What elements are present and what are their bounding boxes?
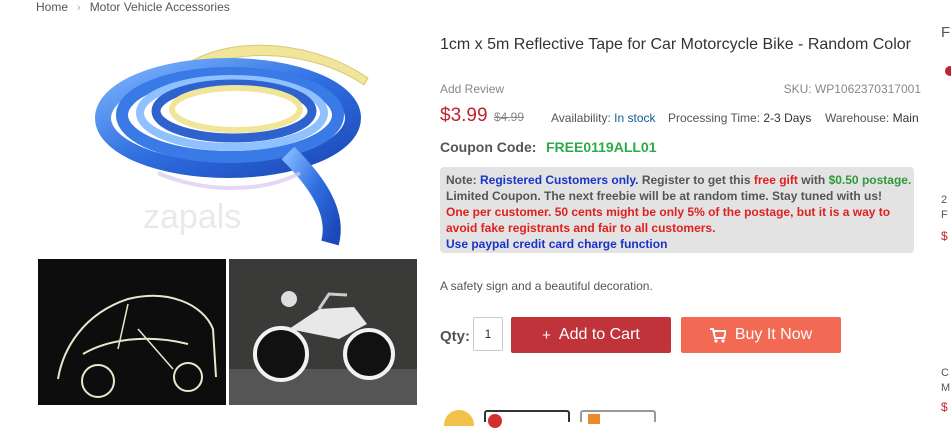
watermark-text: zapals bbox=[143, 198, 241, 236]
coupon-label: Coupon Code: bbox=[440, 139, 537, 155]
warehouse-value: Main bbox=[892, 111, 919, 125]
breadcrumb-home-link[interactable]: Home bbox=[36, 0, 68, 14]
quantity-input[interactable]: 1 bbox=[473, 317, 503, 351]
trust-badge-secure bbox=[484, 410, 570, 428]
coupon-note-box: Note: Registered Customers only. Registe… bbox=[440, 167, 914, 253]
sidebar-status-dot-icon bbox=[945, 66, 951, 76]
breadcrumb-separator: › bbox=[77, 2, 81, 14]
buy-it-now-button[interactable]: Buy It Now bbox=[681, 317, 841, 353]
processing-time-label: Processing Time: bbox=[668, 111, 761, 125]
product-sku: SKU: WP1062370317001 bbox=[783, 82, 921, 96]
add-to-cart-button[interactable]: + Add to Cart bbox=[511, 317, 671, 353]
note-free-gift: free gift bbox=[753, 173, 798, 187]
processing-time-value: 2-3 Days bbox=[763, 111, 812, 125]
note-red-line-2: avoid fake registrants and fair to all c… bbox=[446, 221, 716, 235]
product-price: $3.99 bbox=[440, 105, 488, 126]
note-prefix: Note: bbox=[446, 173, 477, 187]
secure-badge-icon bbox=[488, 414, 502, 428]
breadcrumb-category-link[interactable]: Motor Vehicle Accessories bbox=[90, 0, 230, 14]
sidebar-partial-price-2: $ bbox=[941, 400, 948, 414]
warehouse-info: Warehouse: Main bbox=[825, 111, 919, 125]
product-old-price: $4.99 bbox=[494, 110, 525, 124]
plus-icon: + bbox=[542, 326, 551, 344]
sidebar-partial-text-2: F bbox=[941, 209, 948, 221]
note-red-line-1: One per customer. 50 cents might be only… bbox=[446, 205, 891, 219]
product-main-image[interactable]: zapals bbox=[38, 23, 418, 256]
sidebar-partial-text-4: M bbox=[941, 382, 951, 394]
product-title: 1cm x 5m Reflective Tape for Car Motorcy… bbox=[440, 36, 911, 53]
buy-it-now-label: Buy It Now bbox=[734, 326, 813, 343]
sidebar-partial-title: F bbox=[941, 24, 951, 41]
shopping-cart-icon bbox=[709, 327, 726, 343]
warehouse-label: Warehouse: bbox=[825, 111, 890, 125]
note-register-text: Register to get this bbox=[641, 173, 751, 187]
note-with-text: with bbox=[801, 173, 826, 187]
add-to-cart-label: Add to Cart bbox=[558, 326, 640, 343]
note-limited: Limited Coupon. The next freebie will be… bbox=[446, 189, 883, 203]
trust-badge-payment bbox=[580, 410, 656, 424]
sidebar-partial-text-3: C bbox=[941, 367, 949, 379]
note-registered: Registered Customers only. bbox=[480, 173, 639, 187]
availability-label: Availability: bbox=[551, 111, 611, 125]
trust-badge-gold bbox=[444, 410, 474, 426]
coupon-code: FREE0119ALL01 bbox=[546, 139, 657, 155]
availability-info: Availability: In stock bbox=[551, 111, 656, 125]
availability-value: In stock bbox=[614, 111, 656, 125]
product-short-description: A safety sign and a beautiful decoration… bbox=[440, 279, 653, 293]
note-postage: $0.50 postage. bbox=[828, 173, 912, 187]
product-thumbnail-motorcycle[interactable] bbox=[229, 259, 417, 405]
note-paypal-link[interactable]: Use paypal credit card charge function bbox=[446, 236, 914, 252]
payment-badge-icon bbox=[588, 414, 600, 424]
breadcrumb: Home › Motor Vehicle Accessories bbox=[36, 0, 230, 14]
processing-time-info: Processing Time: 2-3 Days bbox=[668, 111, 811, 125]
sidebar-partial-text-1: 2 bbox=[941, 194, 948, 206]
product-thumbnail-car[interactable] bbox=[38, 259, 226, 405]
sidebar-partial-price-1: $ bbox=[941, 229, 948, 243]
add-review-link[interactable]: Add Review bbox=[440, 82, 504, 96]
note-line-1: Note: Registered Customers only. Registe… bbox=[446, 172, 914, 188]
quantity-label: Qty: bbox=[440, 328, 470, 345]
